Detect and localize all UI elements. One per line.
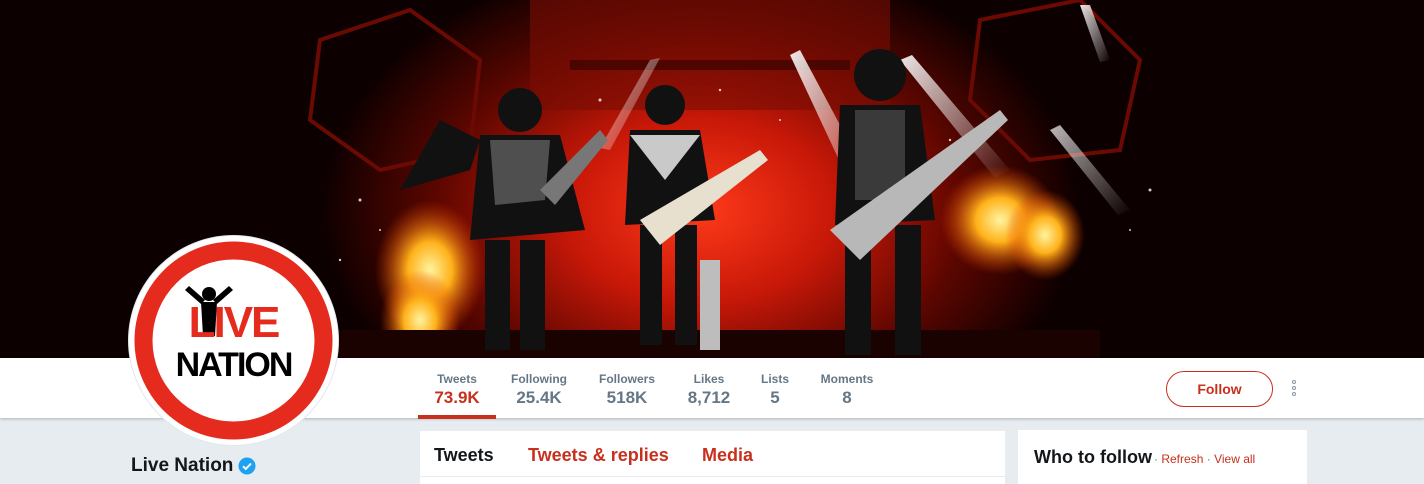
timeline-tabs-card: Tweets Tweets & replies Media xyxy=(419,430,1006,484)
stat-value: 8 xyxy=(842,388,852,407)
stat-likes[interactable]: Likes 8,712 xyxy=(680,358,738,418)
stat-value: 73.9K xyxy=(434,388,480,407)
stat-value: 518K xyxy=(606,388,648,407)
more-vertical-icon[interactable] xyxy=(1288,379,1300,399)
stat-label: Followers xyxy=(598,372,655,386)
view-all-link[interactable]: View all xyxy=(1214,452,1255,466)
separator: · xyxy=(1154,452,1158,466)
profile-name[interactable]: Live Nation xyxy=(131,455,256,477)
stat-lists[interactable]: Lists 5 xyxy=(756,358,794,418)
stat-value: 25.4K xyxy=(516,388,562,407)
stat-moments[interactable]: Moments 8 xyxy=(816,358,878,418)
tab-tweets-replies[interactable]: Tweets & replies xyxy=(528,445,669,466)
who-to-follow-links: · Refresh · View all xyxy=(1154,452,1255,466)
profile-avatar[interactable]: LIVE NATION xyxy=(129,236,338,445)
profile-name-text: Live Nation xyxy=(131,455,234,476)
divider xyxy=(420,476,1005,477)
verified-badge-icon xyxy=(238,457,256,475)
live-nation-logo: LIVE NATION xyxy=(134,241,333,440)
logo-text-live: LIVE xyxy=(189,298,279,347)
stat-value: 5 xyxy=(770,388,780,407)
refresh-link[interactable]: Refresh xyxy=(1161,452,1203,466)
stat-following[interactable]: Following 25.4K xyxy=(506,358,572,418)
stat-label: Moments xyxy=(820,372,874,386)
separator: · xyxy=(1206,452,1211,466)
stat-label: Lists xyxy=(760,372,789,386)
stat-tweets[interactable]: Tweets 73.9K xyxy=(418,358,496,419)
stat-label: Likes xyxy=(693,372,725,386)
follow-button[interactable]: Follow xyxy=(1166,371,1273,407)
stat-followers[interactable]: Followers 518K xyxy=(594,358,660,418)
stat-value: 8,712 xyxy=(687,388,731,407)
stat-label: Tweets xyxy=(437,372,477,386)
stat-label: Following xyxy=(511,372,567,386)
tab-media[interactable]: Media xyxy=(702,445,753,466)
tab-tweets[interactable]: Tweets xyxy=(434,445,494,466)
who-to-follow-title: Who to follow xyxy=(1034,447,1152,467)
who-to-follow-card: Who to follow · Refresh · View all xyxy=(1018,430,1307,484)
logo-text-nation: NATION xyxy=(176,346,292,384)
